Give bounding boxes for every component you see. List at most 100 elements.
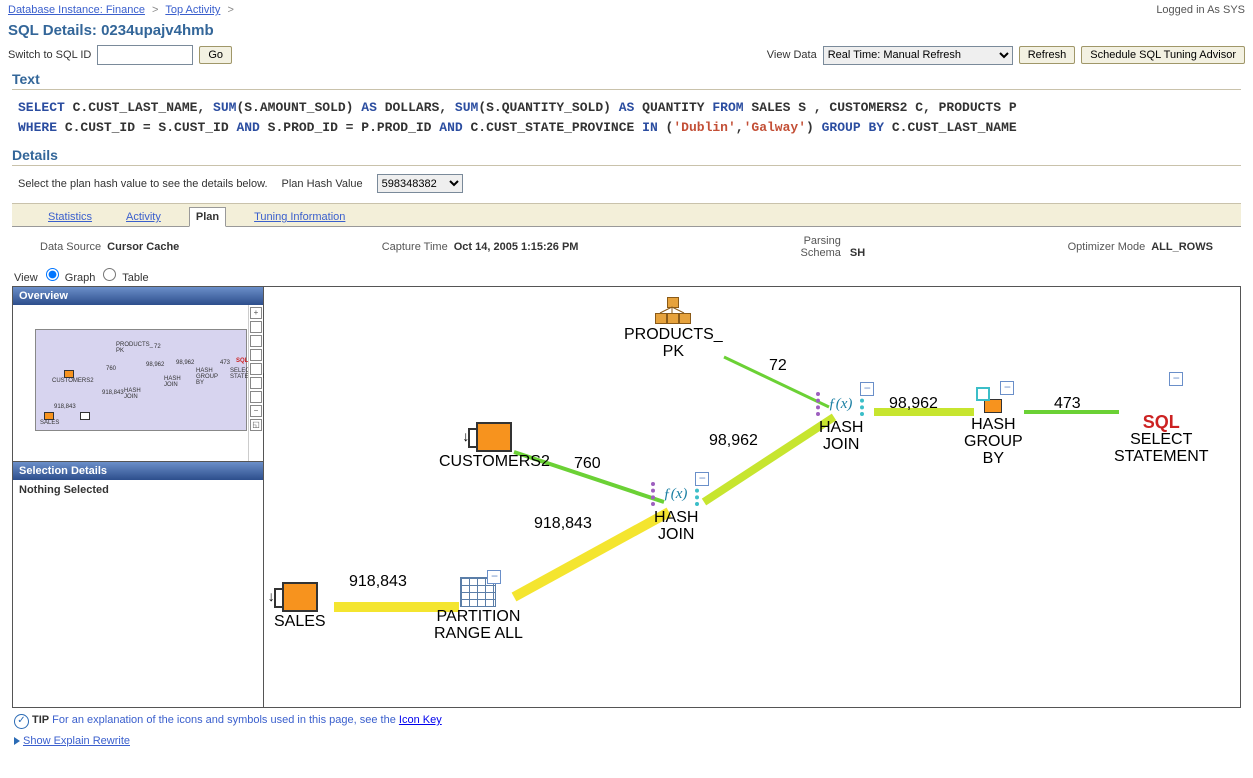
node-partition-range-all[interactable]: − PARTITION RANGE ALL — [434, 577, 523, 643]
plan-hash-select[interactable]: 598348382 — [377, 174, 463, 193]
icon-key-link[interactable]: Icon Key — [399, 714, 442, 726]
mini-sql: SQL — [236, 358, 248, 364]
partition-icon: − — [460, 577, 496, 607]
optimizer-mode-label: Optimizer Mode — [1068, 241, 1146, 253]
zoom-tick-icon[interactable] — [250, 321, 262, 333]
optimizer-mode-value: ALL_ROWS — [1151, 241, 1213, 253]
breadcrumb-sep: > — [223, 4, 237, 16]
mini-sales: SALES — [40, 420, 59, 426]
cardinality-label: 473 — [1054, 395, 1081, 413]
mini-products-pk: PRODUCTS_ PK — [116, 342, 153, 354]
plan-hash-label: Plan Hash Value — [282, 178, 363, 190]
hash-group-by-icon: − — [976, 387, 1010, 415]
tab-activity[interactable]: Activity — [120, 208, 167, 226]
view-table-radio[interactable]: Table — [98, 272, 148, 284]
tip-label: TIP — [32, 714, 49, 726]
plan-hash-help: Select the plan hash value to see the de… — [18, 178, 268, 190]
hash-join-icon: − — [822, 392, 860, 418]
mini-customers2: CUSTOMERS2 — [52, 378, 94, 384]
switch-sqlid-input[interactable] — [97, 45, 193, 65]
section-details-header: Details — [12, 147, 1241, 166]
minimap-toolbar: + − ◱ — [248, 305, 263, 461]
collapse-icon[interactable]: − — [1000, 381, 1014, 395]
breadcrumb-sep: > — [148, 4, 162, 16]
node-hash-join-1[interactable]: − HASH JOIN — [654, 482, 698, 544]
capture-time-value: Oct 14, 2005 1:15:26 PM — [454, 241, 579, 253]
selection-details-body: Nothing Selected — [13, 480, 263, 707]
zoom-tick-icon[interactable] — [250, 349, 262, 361]
node-hash-join-2[interactable]: − HASH JOIN — [819, 392, 863, 454]
mini-customers2-icon — [64, 370, 74, 378]
tip-check-icon: ✓ — [14, 714, 29, 729]
parsing-schema-value: SH — [850, 247, 865, 259]
mini-card: 98,962 — [176, 360, 194, 366]
schedule-tuning-button[interactable]: Schedule SQL Tuning Advisor — [1081, 46, 1245, 64]
show-explain-rewrite-link[interactable]: Show Explain Rewrite — [23, 735, 130, 747]
mini-hashgroup: HASH GROUP BY — [196, 368, 218, 386]
parsing-schema-label: Parsing Schema — [781, 235, 841, 259]
collapse-icon[interactable]: − — [860, 382, 874, 396]
mini-hashjoin: HASH JOIN — [124, 388, 141, 400]
zoom-fit-icon[interactable]: ◱ — [250, 419, 262, 431]
cardinality-label: 98,962 — [709, 432, 758, 450]
section-text-header: Text — [12, 71, 1241, 90]
data-source-label: Data Source — [40, 241, 101, 253]
mini-card: 918,843 — [102, 390, 124, 396]
node-hash-group-by[interactable]: − HASH GROUP BY — [964, 387, 1023, 467]
mini-card: 72 — [154, 344, 161, 350]
breadcrumb-db[interactable]: Database Instance: Finance — [8, 4, 145, 16]
plan-canvas[interactable]: SALES 918,843 − PARTITION RANGE ALL 918,… — [264, 287, 1240, 707]
node-sales[interactable]: SALES — [274, 582, 326, 631]
page-title: SQL Details: 0234upajv4hmb — [8, 22, 1245, 39]
index-scan-icon — [653, 297, 693, 325]
tab-statistics[interactable]: Statistics — [42, 208, 98, 226]
viewdata-select[interactable]: Real Time: Manual Refresh — [823, 46, 1013, 65]
hash-join-icon: − — [657, 482, 695, 508]
collapse-icon[interactable]: − — [695, 472, 709, 486]
collapse-icon[interactable]: − — [1169, 372, 1183, 386]
view-graph-radio[interactable]: Graph — [41, 272, 96, 284]
table-full-scan-icon — [282, 582, 318, 612]
mini-card: 473 — [220, 360, 230, 366]
switch-sqlid-label: Switch to SQL ID — [8, 49, 91, 61]
zoom-out-icon[interactable]: − — [250, 405, 262, 417]
mini-sales-icon — [44, 412, 54, 420]
node-select-statement[interactable]: − SQL SELECT STATEMENT — [1114, 382, 1209, 465]
cardinality-label: 72 — [769, 357, 787, 375]
zoom-tick-icon[interactable] — [250, 363, 262, 375]
zoom-tick-icon[interactable] — [250, 377, 262, 389]
breadcrumb-top-activity[interactable]: Top Activity — [165, 4, 220, 16]
collapse-icon[interactable]: − — [487, 570, 501, 584]
plan-edges — [264, 287, 1240, 707]
data-source-value: Cursor Cache — [107, 241, 179, 253]
tip-text: For an explanation of the icons and symb… — [49, 714, 399, 726]
selection-details-header: Selection Details — [13, 462, 263, 480]
refresh-button[interactable]: Refresh — [1019, 46, 1076, 64]
cardinality-label: 918,843 — [349, 573, 407, 591]
expand-triangle-icon[interactable] — [14, 737, 20, 745]
node-products-pk[interactable]: PRODUCTS_ PK — [624, 297, 723, 361]
tab-plan[interactable]: Plan — [189, 207, 226, 227]
mini-partition-icon — [80, 412, 90, 420]
sql-statement-icon: − — [1141, 382, 1181, 406]
mini-card: 760 — [106, 366, 116, 372]
cardinality-label: 98,962 — [889, 395, 938, 413]
cardinality-label: 918,843 — [534, 515, 592, 533]
zoom-tick-icon[interactable] — [250, 391, 262, 403]
mini-card: 98,962 — [146, 362, 164, 368]
zoom-in-icon[interactable]: + — [250, 307, 262, 319]
table-full-scan-icon — [476, 422, 512, 452]
login-status: Logged in As SYS — [1156, 4, 1245, 16]
mini-hashjoin: HASH JOIN — [164, 376, 181, 388]
mini-card: 918,843 — [54, 404, 76, 410]
viewdata-label: View Data — [767, 49, 817, 61]
capture-time-label: Capture Time — [382, 241, 448, 253]
zoom-tick-icon[interactable] — [250, 335, 262, 347]
node-customers2[interactable]: CUSTOMERS2 — [439, 422, 550, 471]
overview-header: Overview — [13, 287, 263, 305]
tab-tuning-information[interactable]: Tuning Information — [248, 208, 351, 226]
tab-strip: Statistics Activity Plan Tuning Informat… — [12, 203, 1241, 227]
cardinality-label: 760 — [574, 455, 601, 473]
overview-minimap[interactable]: SALES 918,843 918,843 CUSTOMERS2 760 HAS… — [13, 305, 263, 462]
go-button[interactable]: Go — [199, 46, 232, 64]
